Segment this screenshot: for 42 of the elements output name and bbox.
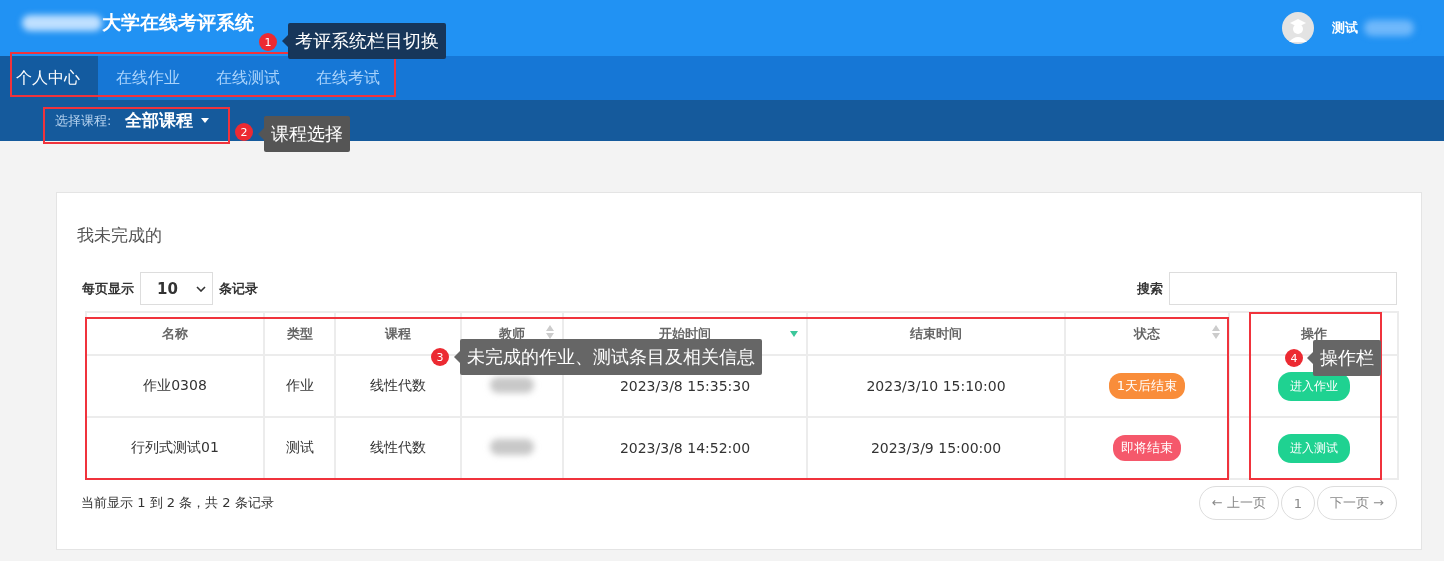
annotation-tooltip: 考评系统栏目切换 <box>288 23 446 59</box>
table-cell: 作业0308 <box>86 355 264 417</box>
search-label: 搜索 <box>1137 279 1163 298</box>
user-name[interactable]: 测试 <box>1332 19 1358 37</box>
caret-icon <box>201 118 210 123</box>
column-header[interactable]: 课程 <box>385 325 411 341</box>
status-badge: 即将结束 <box>1113 435 1181 461</box>
blurred-text <box>1364 20 1414 36</box>
course-label: 选择课程: <box>55 111 112 130</box>
page-size-label: 条记录 <box>219 279 258 298</box>
column-header[interactable]: 名称 <box>162 325 188 341</box>
sort-icon[interactable] <box>546 325 554 339</box>
sort-icon[interactable] <box>1212 325 1220 339</box>
column-header[interactable]: 教师 <box>499 325 525 341</box>
chevron-down-icon <box>196 285 206 292</box>
status-badge: 1天后结束 <box>1108 373 1186 399</box>
previous-page-button[interactable]: ← 上一页 <box>1198 486 1279 520</box>
nav-tab[interactable]: 在线测试 <box>198 56 298 100</box>
column-header[interactable]: 操作 <box>1300 325 1327 341</box>
column-header[interactable]: 结束时间 <box>910 325 962 341</box>
page-size-select[interactable]: 10 <box>140 272 213 305</box>
app-title: 大学在线考评系统 <box>102 10 254 35</box>
column-header[interactable]: 类型 <box>286 325 313 341</box>
blurred-text <box>490 376 534 393</box>
table-cell: 作业 <box>264 355 335 417</box>
card-title: 我未完成的 <box>77 224 163 247</box>
nav-tab[interactable]: 在线作业 <box>98 56 198 100</box>
record-info: 当前显示 1 到 2 条，共 2 条记录 <box>81 494 274 512</box>
next-page-button[interactable]: 下一页 → <box>1316 486 1397 520</box>
avatar-icon[interactable] <box>1282 12 1314 44</box>
page-number-button[interactable]: 1 <box>1280 486 1315 520</box>
page-size-label: 每页显示 <box>82 279 134 298</box>
nav-tab[interactable]: 在线考试 <box>298 56 398 100</box>
table-cell: 2023/3/10 15:10:00 <box>807 355 1065 417</box>
column-header[interactable]: 状态 <box>1134 325 1160 341</box>
course-dropdown[interactable]: 全部课程 <box>125 109 210 132</box>
annotation-tooltip: 操作栏 <box>1313 340 1381 376</box>
nav-tab[interactable]: 个人中心 <box>0 56 98 100</box>
blurred-text <box>490 438 534 455</box>
annotation-tooltip: 未完成的作业、测试条目及相关信息 <box>460 339 762 375</box>
search-field[interactable] <box>1169 272 1397 305</box>
annotation-tooltip: 课程选择 <box>264 116 350 152</box>
